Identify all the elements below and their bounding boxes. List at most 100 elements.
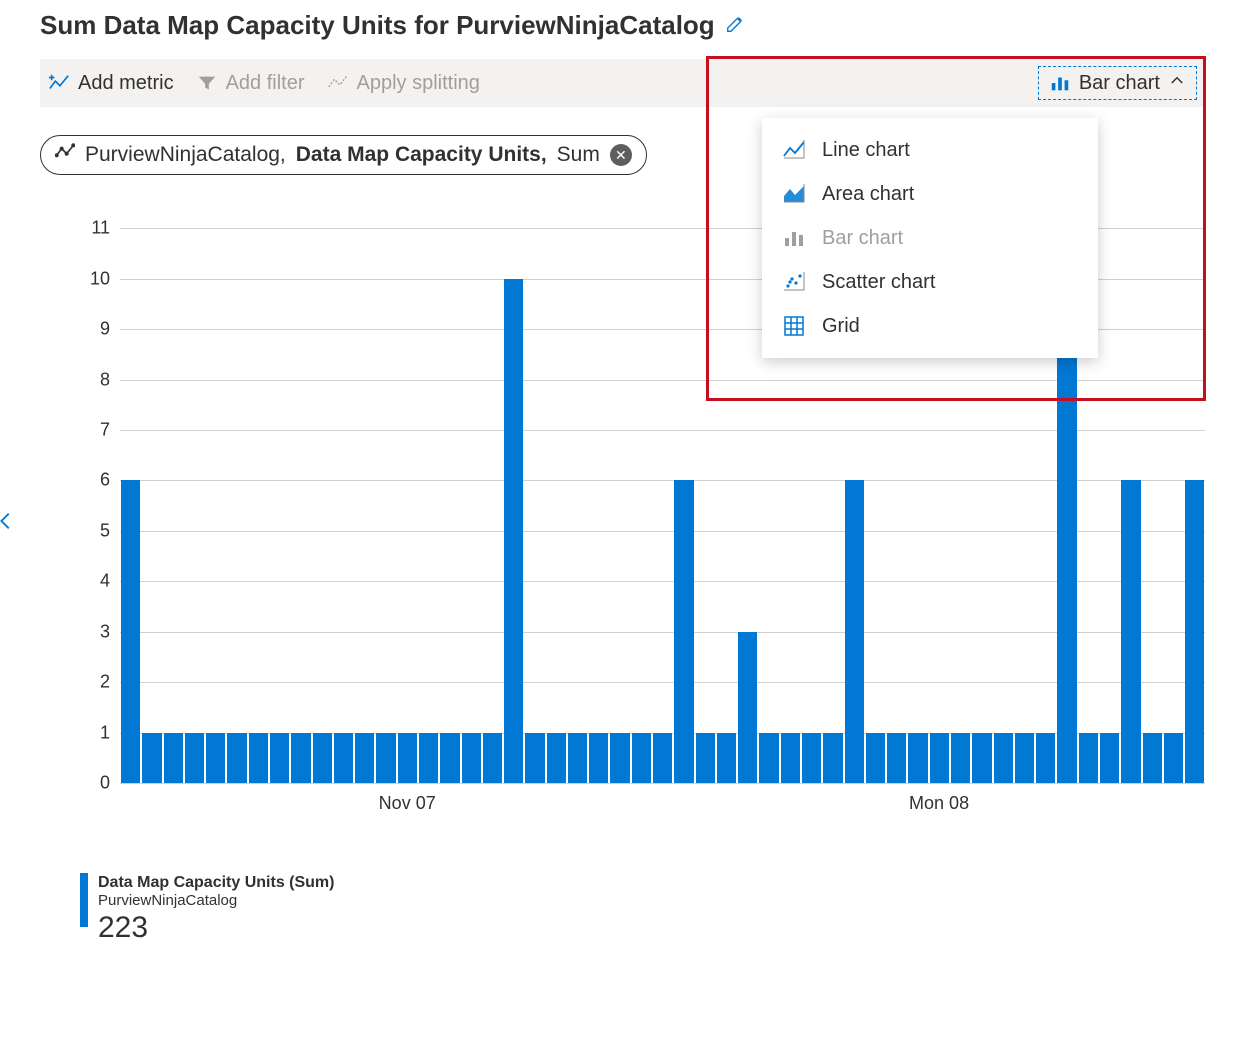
chart-bar[interactable] — [1036, 733, 1055, 783]
line-plus-icon — [48, 72, 70, 94]
y-tick-label: 11 — [40, 218, 110, 239]
bar-chart-icon — [1049, 72, 1071, 94]
chart-bar[interactable] — [972, 733, 991, 783]
chart-legend: Data Map Capacity Units (Sum) PurviewNin… — [80, 873, 1247, 946]
chart-bar[interactable] — [653, 733, 672, 783]
chart-type-option-scatter-label: Scatter chart — [822, 271, 935, 294]
metrics-toolbar: Add metric Add filter Apply splitting Ba… — [40, 59, 1205, 107]
chart-type-option-grid[interactable]: Grid — [762, 304, 1098, 348]
chart-bar[interactable] — [440, 733, 459, 783]
chart-bar[interactable] — [866, 733, 885, 783]
chart-bar[interactable] — [462, 733, 481, 783]
chart-bar[interactable] — [525, 733, 544, 783]
legend-value: 223 — [98, 910, 334, 946]
apply-splitting-label: Apply splitting — [357, 72, 480, 95]
chart-bar[interactable] — [185, 733, 204, 783]
y-tick-label: 10 — [40, 268, 110, 289]
y-tick-label: 8 — [40, 369, 110, 390]
chart-bar[interactable] — [376, 733, 395, 783]
line-chart-icon — [782, 138, 806, 162]
chart-bar[interactable] — [1079, 733, 1098, 783]
chart-bar[interactable] — [823, 733, 842, 783]
chart-xaxis: Nov 07 Mon 08 — [120, 793, 1205, 823]
legend-resource-label: PurviewNinjaCatalog — [98, 892, 334, 910]
legend-swatch — [80, 873, 88, 927]
x-tick-label: Mon 08 — [909, 793, 969, 814]
y-tick-label: 9 — [40, 319, 110, 340]
chart-bar[interactable] — [930, 733, 949, 783]
apply-splitting-button[interactable]: Apply splitting — [327, 72, 480, 95]
chart-bar[interactable] — [1143, 733, 1162, 783]
y-tick-label: 5 — [40, 520, 110, 541]
metric-pill-metric: Data Map Capacity Units, — [296, 143, 547, 167]
chart-bar[interactable] — [270, 733, 289, 783]
add-metric-label: Add metric — [78, 72, 174, 95]
chart-bar[interactable] — [908, 733, 927, 783]
chart-type-option-grid-label: Grid — [822, 315, 860, 338]
chart-bar[interactable] — [547, 733, 566, 783]
chart-bar[interactable] — [717, 733, 736, 783]
chart-bar[interactable] — [419, 733, 438, 783]
chart-bar[interactable] — [738, 632, 757, 783]
chart-bar[interactable] — [887, 733, 906, 783]
y-tick-label: 6 — [40, 470, 110, 491]
chart-bar[interactable] — [845, 480, 864, 783]
y-tick-label: 7 — [40, 419, 110, 440]
chart-type-dropdown-button[interactable]: Bar chart — [1038, 66, 1197, 100]
y-tick-label: 4 — [40, 571, 110, 592]
chart-bar[interactable] — [759, 733, 778, 783]
y-tick-label: 3 — [40, 621, 110, 642]
chart-bar[interactable] — [355, 733, 374, 783]
chart-bar[interactable] — [951, 733, 970, 783]
chart-bar[interactable] — [1015, 733, 1034, 783]
chart-bar[interactable] — [483, 733, 502, 783]
chart-bar[interactable] — [994, 733, 1013, 783]
chart-bar[interactable] — [206, 733, 225, 783]
chart-bar[interactable] — [164, 733, 183, 783]
chart-bar[interactable] — [781, 733, 800, 783]
chart-bar[interactable] — [696, 733, 715, 783]
chart-bar[interactable] — [610, 733, 629, 783]
metric-line-icon — [55, 142, 75, 168]
chart-bar[interactable] — [121, 480, 140, 783]
chart-bar[interactable] — [142, 733, 161, 783]
chart-bar[interactable] — [398, 733, 417, 783]
chart-bar[interactable] — [1121, 480, 1140, 783]
chart-bar[interactable] — [1057, 329, 1076, 783]
chart-bar[interactable] — [334, 733, 353, 783]
chart-type-option-area[interactable]: Area chart — [762, 172, 1098, 216]
y-tick-label: 0 — [40, 773, 110, 794]
filter-plus-icon — [196, 72, 218, 94]
chart-bar[interactable] — [504, 279, 523, 783]
metric-pill[interactable]: PurviewNinjaCatalog, Data Map Capacity U… — [40, 135, 647, 175]
chart-bar[interactable] — [291, 733, 310, 783]
add-metric-button[interactable]: Add metric — [48, 72, 174, 95]
chart-bar[interactable] — [1185, 480, 1204, 783]
chart-bar[interactable] — [589, 733, 608, 783]
chart-bar[interactable] — [1100, 733, 1119, 783]
area-chart-icon — [782, 182, 806, 206]
scatter-chart-icon — [782, 270, 806, 294]
chart-type-option-scatter[interactable]: Scatter chart — [762, 260, 1098, 304]
chart-bar[interactable] — [227, 733, 246, 783]
chart-bar[interactable] — [313, 733, 332, 783]
chart-type-option-line[interactable]: Line chart — [762, 128, 1098, 172]
pencil-icon[interactable] — [725, 12, 747, 39]
add-filter-button[interactable]: Add filter — [196, 72, 305, 95]
chart-bar[interactable] — [568, 733, 587, 783]
chart-bar[interactable] — [1164, 733, 1183, 783]
chart-bar[interactable] — [632, 733, 651, 783]
chart-bar[interactable] — [249, 733, 268, 783]
chart-bar[interactable] — [802, 733, 821, 783]
chart-type-option-bar-label: Bar chart — [822, 227, 903, 250]
remove-metric-button[interactable]: ✕ — [610, 144, 632, 166]
chart-type-option-area-label: Area chart — [822, 183, 914, 206]
chart-bar[interactable] — [674, 480, 693, 783]
y-tick-label: 1 — [40, 722, 110, 743]
y-tick-label: 2 — [40, 672, 110, 693]
x-tick-label: Nov 07 — [379, 793, 436, 814]
chart-type-option-line-label: Line chart — [822, 139, 910, 162]
chart-type-label: Bar chart — [1079, 72, 1160, 95]
chevron-left-icon[interactable] — [0, 510, 17, 537]
chart-type-menu: Line chart Area chart Bar chart Scatter … — [762, 118, 1098, 358]
